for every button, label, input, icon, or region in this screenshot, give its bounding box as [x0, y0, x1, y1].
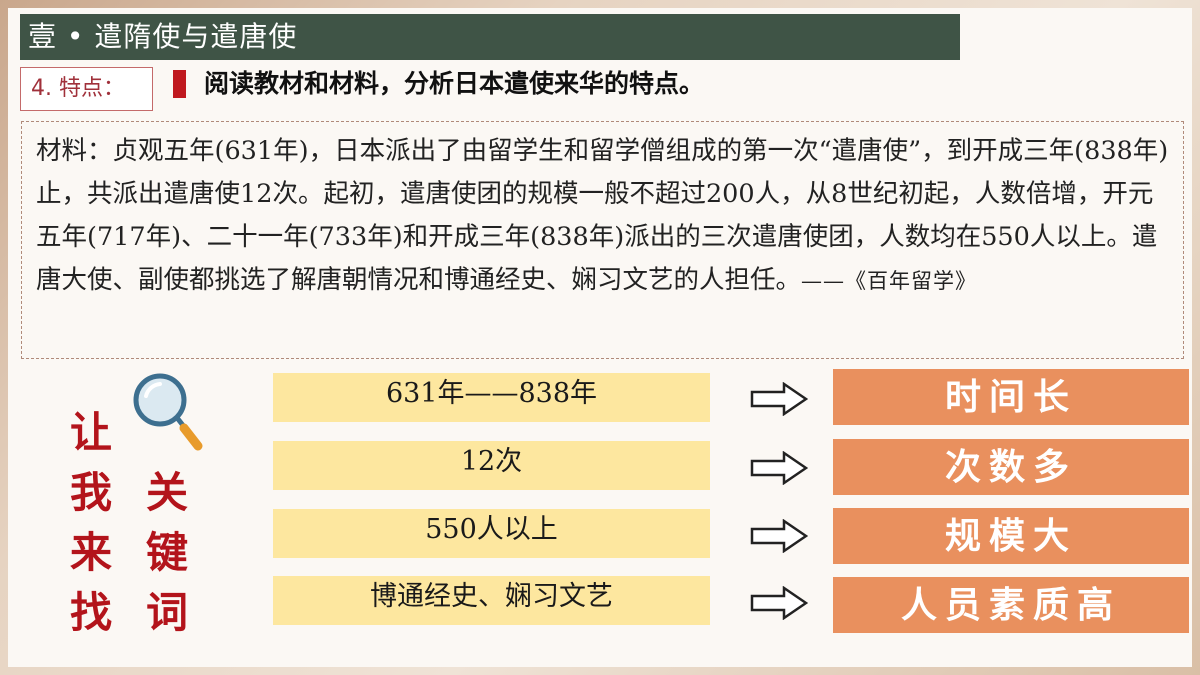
keyword-char: 来 [69, 528, 112, 577]
title-bar: 壹 • 遣隋使与遣唐使 [20, 14, 960, 60]
outline-right-arrow-icon [750, 586, 808, 620]
slide: 壹 • 遣隋使与遣唐使 4. 特点： 阅读教材和材料，分析日本遣使来华的特点。 … [8, 8, 1192, 667]
page-title: 壹 • 遣隋使与遣唐使 [28, 20, 298, 53]
outline-right-arrow-icon [750, 519, 808, 553]
section-tag-label: 4. 特点： [31, 76, 125, 101]
section-tag: 4. 特点： [20, 67, 153, 111]
phrase-box-4: 博通经史、娴习文艺 [273, 576, 710, 625]
material-box: 材料：贞观五年(631年)，日本派出了由留学生和留学僧组成的第一次“遣唐使”，到… [21, 121, 1184, 359]
keyword-char: 关 [145, 468, 188, 517]
instruction-text: 阅读教材和材料，分析日本遣使来华的特点。 [204, 69, 705, 98]
keyword-column-1: 让 我 来 找 [66, 403, 116, 643]
keyword-char: 找 [69, 588, 112, 637]
phrase-box-3: 550人以上 [273, 509, 710, 558]
material-source: ——《百年留学》 [801, 269, 978, 293]
keyword-char: 让 [69, 408, 112, 457]
magnifier-icon [133, 373, 203, 451]
keyword-char: 键 [145, 528, 188, 577]
keyword-column-2: 关 键 词 [142, 463, 192, 643]
red-marker [173, 70, 186, 98]
keyword-char: 词 [145, 588, 188, 637]
material-text: 材料：贞观五年(631年)，日本派出了由留学生和留学僧组成的第一次“遣唐使”，到… [36, 136, 1169, 295]
keyword-char: 我 [69, 468, 112, 517]
phrase-box-1: 631年——838年 [273, 373, 710, 422]
outline-right-arrow-icon [750, 382, 808, 416]
phrase-box-2: 12次 [273, 441, 710, 490]
result-box-2: 次数多 [833, 439, 1189, 495]
outline-right-arrow-icon [750, 451, 808, 485]
result-box-4: 人员素质高 [833, 577, 1189, 633]
result-box-1: 时间长 [833, 369, 1189, 425]
result-box-3: 规模大 [833, 508, 1189, 564]
